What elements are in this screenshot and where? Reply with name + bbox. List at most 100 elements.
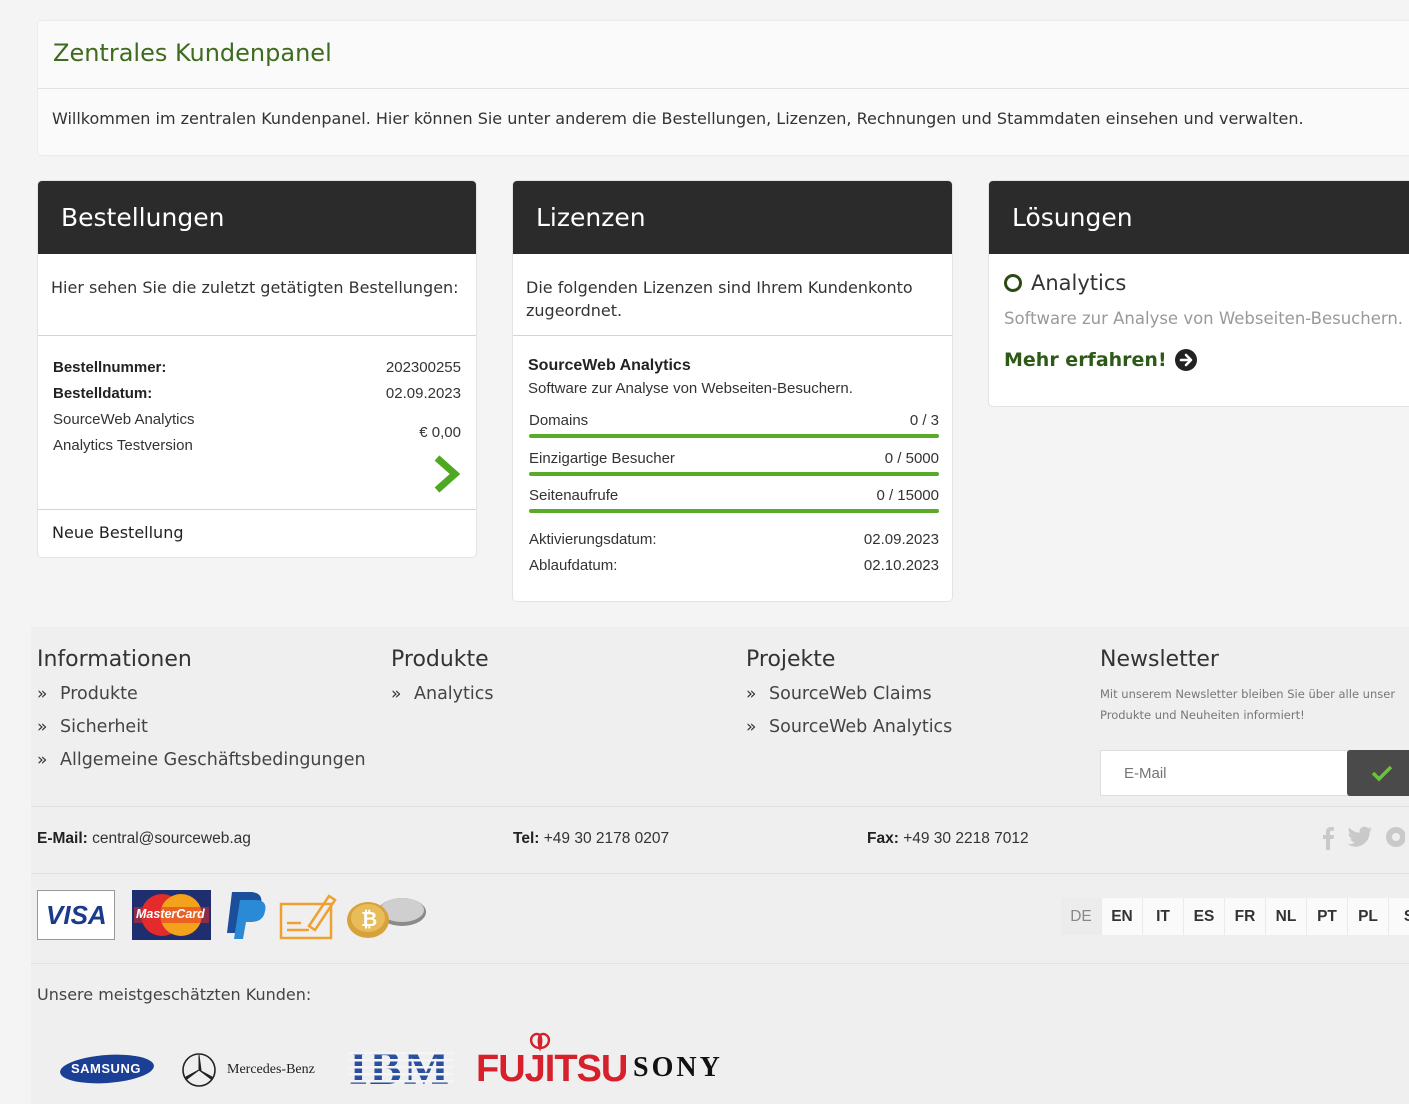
facebook-icon[interactable] xyxy=(1321,826,1335,850)
language-fr[interactable]: FR xyxy=(1225,898,1266,935)
language-pl[interactable]: PL xyxy=(1348,898,1389,935)
contact-fax: Fax: +49 30 2218 7012 xyxy=(867,830,1029,848)
license-product-name: SourceWeb Analytics xyxy=(528,357,691,374)
expiry-row: Ablaufdatum: 02.10.2023 xyxy=(529,557,939,574)
footer-info-column: Informationen » Produkte » Sicherheit » All… xyxy=(37,647,366,783)
newsletter-form xyxy=(1100,750,1409,796)
double-chevron-icon: » xyxy=(37,684,48,704)
newsletter-text: Mit unserem Newsletter bleiben Sie über … xyxy=(1100,684,1409,726)
twitter-icon[interactable] xyxy=(1347,826,1373,848)
newsletter-title: Newsletter xyxy=(1100,647,1219,672)
clients-label: Unsere meistgeschätzten Kunden: xyxy=(37,985,312,1004)
expiry-label: Ablaufdatum: xyxy=(529,557,618,574)
page-title: Zentrales Kundenpanel xyxy=(53,39,332,67)
language-it[interactable]: IT xyxy=(1143,898,1184,935)
footer-link-label: SourceWeb Analytics xyxy=(769,717,953,737)
licenses-intro: Die folgenden Lizenzen sind Ihrem Kunden… xyxy=(513,254,952,336)
language-s[interactable]: S xyxy=(1389,898,1409,935)
chevron-right-icon[interactable] xyxy=(432,454,460,494)
language-en[interactable]: EN xyxy=(1102,898,1143,935)
contact-tel-label: Tel: xyxy=(513,830,540,847)
order-date: 02.09.2023 xyxy=(385,385,461,402)
meter-label: Domains xyxy=(529,412,589,429)
order-date-label: Bestelldatum: xyxy=(53,385,153,402)
footer-link-label: Sicherheit xyxy=(60,717,148,737)
order-entry[interactable]: Bestellnummer: 202300255 Bestelldatum: 0… xyxy=(38,336,476,510)
double-chevron-icon: » xyxy=(37,717,48,737)
fujitsu-logo: FUJITSU xyxy=(476,1030,628,1102)
solutions-card: Lösungen Analytics Software zur Analyse … xyxy=(988,180,1409,407)
order-item-variant: Analytics Testversion xyxy=(53,437,193,454)
footer-divider xyxy=(31,873,1409,874)
double-chevron-icon: » xyxy=(37,750,48,770)
order-number: 202300255 xyxy=(385,359,461,376)
visa-logo-text: VISA xyxy=(46,900,107,930)
newsletter-email-input[interactable] xyxy=(1100,750,1350,796)
visa-logo: VISA xyxy=(37,890,115,940)
bitcoin-icon: ₿ xyxy=(346,890,428,940)
solution-title-text: Analytics xyxy=(1031,271,1127,295)
learn-more-link[interactable]: Mehr erfahren! xyxy=(1004,349,1197,371)
double-chevron-icon: » xyxy=(391,684,402,704)
meter-value: 0 / 5000 xyxy=(884,450,939,467)
language-es[interactable]: ES xyxy=(1184,898,1225,935)
cheque-icon xyxy=(279,890,337,940)
footer-link-label: SourceWeb Claims xyxy=(769,684,932,704)
footer-link-products[interactable]: » Produkte xyxy=(37,684,366,717)
contact-tel: Tel: +49 30 2178 0207 xyxy=(513,830,669,848)
footer-info-title: Informationen xyxy=(37,647,192,672)
newsletter-submit-button[interactable] xyxy=(1347,750,1409,796)
mastercard-logo: MasterCard xyxy=(132,890,211,940)
orders-intro: Hier sehen Sie die zuletzt getätigten Be… xyxy=(38,254,476,336)
licenses-card-title: Lizenzen xyxy=(513,181,952,254)
meter-bar xyxy=(529,434,939,438)
license-entry: SourceWeb Analytics Software zur Analyse… xyxy=(513,336,952,601)
contact-email: E-Mail: central@sourceweb.ag xyxy=(37,830,251,848)
order-price: € 0,00 xyxy=(419,424,461,441)
paypal-logo xyxy=(224,890,270,940)
orders-card-title: Bestellungen xyxy=(38,181,476,254)
activation-row: Aktivierungsdatum: 02.09.2023 xyxy=(529,531,939,548)
pinterest-icon[interactable] xyxy=(1385,826,1405,848)
samsung-logo: SAMSUNG xyxy=(59,1052,155,1086)
ibm-logo: IBM xyxy=(349,1042,454,1095)
language-de[interactable]: DE xyxy=(1061,898,1102,935)
learn-more-label: Mehr erfahren! xyxy=(1004,349,1167,371)
footer-link-label: Produkte xyxy=(60,684,138,704)
footer-link-claims[interactable]: » SourceWeb Claims xyxy=(746,684,952,717)
sony-logo-text: SONY xyxy=(633,1052,723,1083)
contact-email-label: E-Mail: xyxy=(37,830,88,847)
activation-date: 02.09.2023 xyxy=(863,531,939,548)
newsletter-text-line: Mit unserem Newsletter bleiben Sie über … xyxy=(1100,687,1396,701)
footer-link-analytics[interactable]: » Analytics xyxy=(391,684,493,717)
meter-value: 0 / 15000 xyxy=(876,487,939,504)
arrow-right-circle-icon xyxy=(1174,349,1197,371)
language-nl[interactable]: NL xyxy=(1266,898,1307,935)
order-number-label: Bestellnummer: xyxy=(53,359,167,376)
footer-link-terms[interactable]: » Allgemeine Geschäftsbedingungen xyxy=(37,750,366,783)
solutions-card-title: Lösungen xyxy=(989,181,1409,254)
orders-card: Bestellungen Hier sehen Sie die zuletzt … xyxy=(37,180,477,558)
contact-fax-label: Fax: xyxy=(867,830,899,847)
fujitsu-logo-text: FUJITSU xyxy=(476,1048,628,1090)
footer-link-security[interactable]: » Sicherheit xyxy=(37,717,366,750)
samsung-logo-text: SAMSUNG xyxy=(71,1061,141,1076)
footer-divider xyxy=(31,963,1409,964)
new-order-link[interactable]: Neue Bestellung xyxy=(38,510,476,555)
licenses-card: Lizenzen Die folgenden Lizenzen sind Ihr… xyxy=(512,180,953,602)
social-links xyxy=(1321,826,1405,850)
footer-link-sw-analytics[interactable]: » SourceWeb Analytics xyxy=(746,717,952,750)
contact-tel-value: +49 30 2178 0207 xyxy=(543,830,670,847)
footer-products-title: Produkte xyxy=(391,647,489,672)
divider xyxy=(38,88,1409,89)
footer-newsletter-column: Newsletter Mit unserem Newsletter bleibe… xyxy=(1100,647,1409,807)
contact-email-value[interactable]: central@sourceweb.ag xyxy=(92,830,251,847)
footer-link-label: Analytics xyxy=(414,684,494,704)
language-pt[interactable]: PT xyxy=(1307,898,1348,935)
welcome-text: Willkommen im zentralen Kundenpanel. Hie… xyxy=(52,109,1304,128)
license-product-desc: Software zur Analyse von Webseiten-Besuc… xyxy=(528,380,853,397)
contact-fax-value: +49 30 2218 7012 xyxy=(903,830,1029,847)
expiry-date: 02.10.2023 xyxy=(863,557,939,574)
footer-products-column: Produkte » Analytics xyxy=(391,647,493,717)
language-switcher: DE EN IT ES FR NL PT PL S xyxy=(1061,898,1409,935)
